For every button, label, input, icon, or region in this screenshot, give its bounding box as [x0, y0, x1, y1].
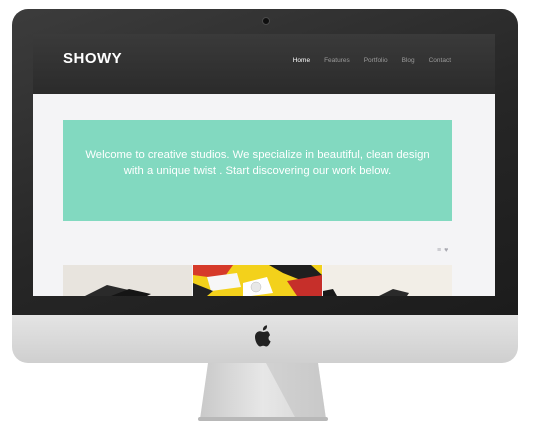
heart-icon[interactable]: ♥ — [444, 247, 448, 254]
main-nav: Home Features Portfolio Blog Contact — [293, 57, 451, 64]
monitor-screen: SHOWY Home Features Portfolio Blog Conta… — [33, 34, 495, 296]
portfolio-image-3 — [323, 265, 452, 296]
nav-contact[interactable]: Contact — [429, 57, 451, 64]
nav-portfolio[interactable]: Portfolio — [364, 57, 388, 64]
camera-icon — [262, 17, 270, 25]
portfolio-tile-1[interactable] — [63, 265, 192, 296]
grid-icon[interactable]: ≡ — [437, 247, 441, 254]
nav-home[interactable]: Home — [293, 57, 310, 64]
site-logo[interactable]: SHOWY — [63, 50, 122, 67]
hero-text: Welcome to creative studios. We speciali… — [85, 149, 430, 177]
nav-blog[interactable]: Blog — [402, 57, 415, 64]
portfolio-tile-2[interactable] — [193, 265, 322, 296]
portfolio-image-2 — [193, 265, 322, 296]
gallery-tools: ≡ ♥ — [437, 247, 448, 254]
site-header: SHOWY Home Features Portfolio Blog Conta… — [33, 34, 495, 94]
apple-logo — [255, 325, 271, 347]
portfolio-image-1 — [63, 265, 192, 296]
hero-banner: Welcome to creative studios. We speciali… — [63, 120, 452, 221]
portfolio-tile-3[interactable] — [323, 265, 452, 296]
monitor-stand — [198, 363, 328, 421]
nav-features[interactable]: Features — [324, 57, 350, 64]
